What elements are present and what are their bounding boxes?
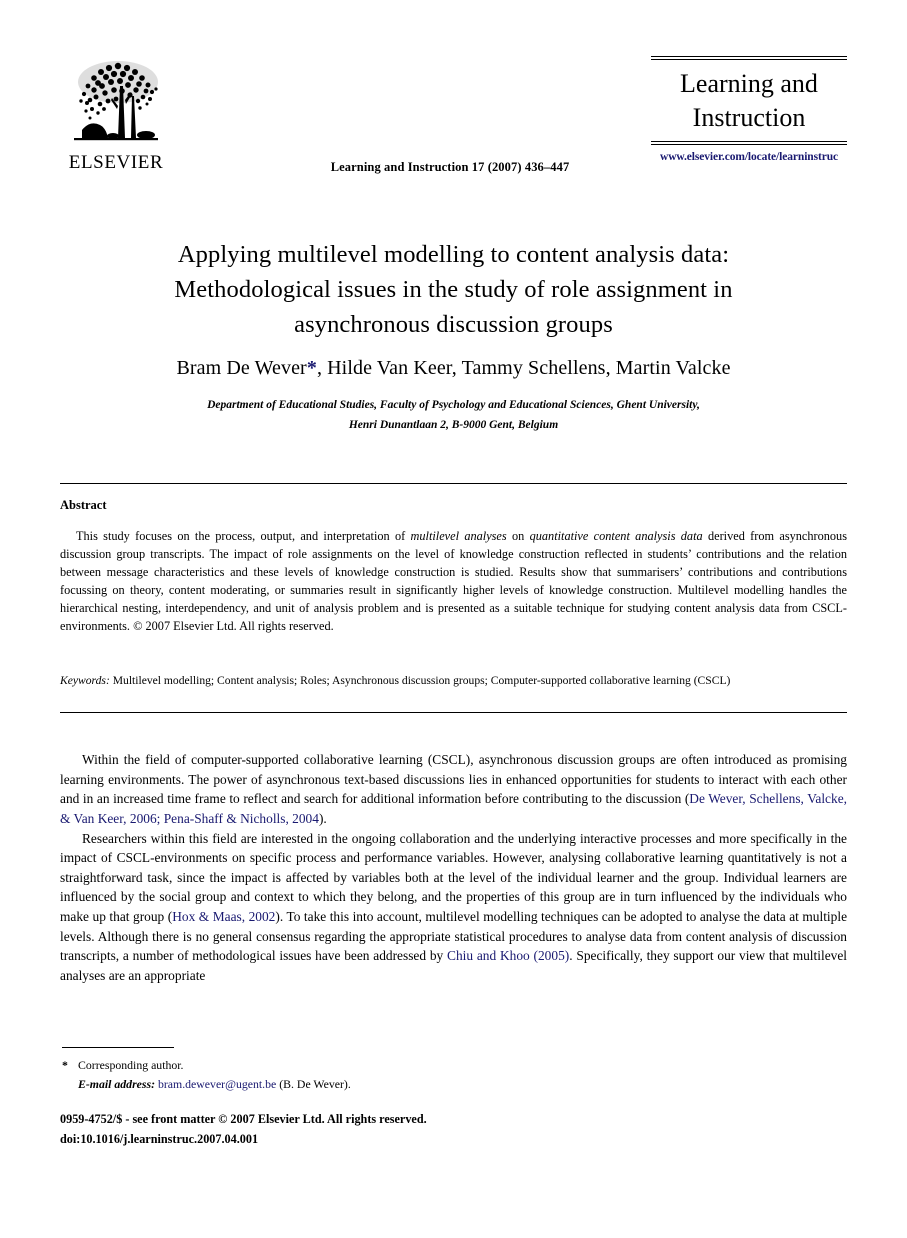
author-list: Bram De Wever*, Hilde Van Keer, Tammy Sc… xyxy=(60,357,847,380)
abstract-section: Abstract This study focuses on the proce… xyxy=(60,498,847,635)
corresponding-author-marker[interactable]: * xyxy=(307,357,317,379)
journal-name-line1: Learning and xyxy=(680,68,818,98)
title-line-1: Applying multilevel modelling to content… xyxy=(177,241,730,268)
journal-name-line2: Instruction xyxy=(692,102,806,132)
citation-link-pena-shaff-2004[interactable]: Pena-Shaff & Nicholls, 2004 xyxy=(164,811,319,826)
abstract-top-rule xyxy=(60,483,847,484)
abstract-body: This study focuses on the process, outpu… xyxy=(60,527,847,635)
doi-line[interactable]: doi:10.1016/j.learninstruc.2007.04.001 xyxy=(60,1130,660,1150)
affiliation-line-2: Henri Dunantlaan 2, B-9000 Gent, Belgium xyxy=(348,418,559,431)
email-suffix: (B. De Wever). xyxy=(276,1076,351,1091)
title-line-3: asynchronous discussion groups xyxy=(294,310,613,338)
citation-link-chiu-khoo-2005[interactable]: Chiu and Khoo (2005) xyxy=(447,948,569,963)
abstract-bottom-rule xyxy=(60,712,847,713)
p1-citation-separator: ; xyxy=(156,810,164,826)
affiliation-line-1: Department of Educational Studies, Facul… xyxy=(207,399,700,411)
corresponding-author-note: * Corresponding author. xyxy=(62,1056,562,1075)
keywords-label: Keywords: xyxy=(60,674,110,687)
email-label: E-mail address: xyxy=(78,1076,156,1091)
issn-copyright-line: 0959-4752/$ - see front matter © 2007 El… xyxy=(60,1112,427,1126)
keywords-line: Keywords: Multilevel modelling; Content … xyxy=(60,673,847,689)
body-paragraph-2: Researchers within this field are intere… xyxy=(60,829,847,986)
email-note: E-mail address: bram.dewever@ugent.be (B… xyxy=(62,1075,562,1094)
p1-text-after: ). xyxy=(318,810,327,826)
body-paragraph-1: Within the field of computer-supported c… xyxy=(60,750,847,829)
corresponding-author-text: Corresponding author. xyxy=(78,1058,184,1072)
abstract-italic-2: quantitative content analysis data xyxy=(529,529,703,543)
footnote-star-marker: * xyxy=(62,1058,68,1072)
publisher-wordmark: ELSEVIER xyxy=(68,152,164,173)
author-first: Bram De Wever xyxy=(176,357,307,379)
paper-page: ELSEVIER Learning and Instruction 17 (20… xyxy=(0,0,907,1238)
masthead: ELSEVIER Learning and Instruction 17 (20… xyxy=(60,52,847,202)
footnote-separator-rule xyxy=(62,1047,174,1048)
elsevier-tree-logo-icon xyxy=(74,61,158,141)
author-rest: , Hilde Van Keer, Tammy Schellens, Marti… xyxy=(316,357,731,379)
publisher-logo: ELSEVIER xyxy=(60,56,172,172)
abstract-italic-1: multilevel analyses xyxy=(410,529,507,543)
footnote-block: * Corresponding author. E-mail address: b… xyxy=(62,1056,562,1094)
title-block: Applying multilevel modelling to content… xyxy=(103,238,804,342)
abstract-part-2: on xyxy=(506,529,530,543)
journal-title-block: Learning and Instruction www.elsevier.co… xyxy=(651,56,847,163)
journal-homepage-link[interactable]: www.elsevier.com/locate/learninstruc xyxy=(651,151,847,163)
journal-citation-line: Learning and Instruction 17 (2007) 436–4… xyxy=(330,160,570,174)
journal-name: Learning and Instruction xyxy=(651,60,847,142)
abstract-part-1: This study focuses on the process, outpu… xyxy=(76,529,411,543)
abstract-part-3: derived from asynchronous discussion gro… xyxy=(60,529,847,634)
citation-link-hox-maas-2002[interactable]: Hox & Maas, 2002 xyxy=(172,909,275,924)
email-link[interactable]: bram.dewever@ugent.be xyxy=(158,1077,276,1091)
abstract-heading: Abstract xyxy=(60,498,107,512)
page-title: Applying multilevel modelling to content… xyxy=(103,238,804,342)
title-line-2: Methodological issues in the study of ro… xyxy=(174,275,733,303)
keywords-value: Multilevel modelling; Content analysis; … xyxy=(109,674,731,687)
article-body: Within the field of computer-supported c… xyxy=(60,750,847,986)
affiliation: Department of Educational Studies, Facul… xyxy=(130,396,777,435)
imprint-block: 0959-4752/$ - see front matter © 2007 El… xyxy=(60,1110,660,1150)
journal-rule-bottom xyxy=(651,141,847,145)
